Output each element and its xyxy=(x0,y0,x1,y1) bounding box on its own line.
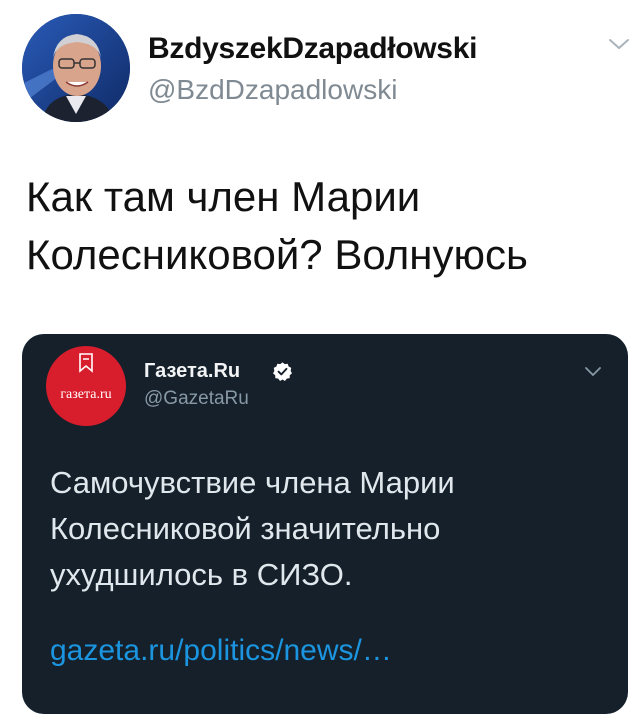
article-link[interactable]: gazeta.ru/politics/news/… xyxy=(50,634,392,668)
verified-badge-icon xyxy=(273,362,292,381)
author-handle[interactable]: @BzdDzapadlowski xyxy=(148,74,397,106)
quoted-text-line: Колесниковой значительно xyxy=(50,511,441,546)
tweet-header: BzdyszekDzapadłowski @BzdDzapadlowski xyxy=(22,12,632,122)
bookmark-flag-icon xyxy=(79,353,93,373)
quoted-author-avatar[interactable]: газета.ru xyxy=(46,346,126,426)
quoted-tweet-text: Самочувствие члена Марии Колесниковой зн… xyxy=(50,460,610,598)
quoted-author-handle[interactable]: @GazetaRu xyxy=(144,388,249,410)
tweet-text-line: Колесниковой? Волнуюсь xyxy=(26,231,528,278)
tweet-text-line: Как там член Марии xyxy=(26,173,421,220)
chevron-down-icon[interactable] xyxy=(582,364,604,380)
quoted-tweet-card[interactable]: газета.ru Газета.Ru @GazetaRu Самочувств… xyxy=(22,334,628,714)
author-avatar[interactable] xyxy=(22,14,130,122)
gazeta-logo: газета.ru xyxy=(60,387,112,402)
quoted-text-line: Самочувствие члена Марии xyxy=(50,465,455,500)
chevron-down-icon[interactable] xyxy=(606,34,632,54)
quoted-text-line: ухудшилось в СИЗО. xyxy=(50,557,353,592)
tweet-text: Как там член Марии Колесниковой? Волнуюс… xyxy=(26,168,626,284)
quoted-author-display-name[interactable]: Газета.Ru xyxy=(144,360,240,383)
person-photo-icon xyxy=(22,14,130,122)
author-display-name[interactable]: BzdyszekDzapadłowski xyxy=(148,32,477,66)
